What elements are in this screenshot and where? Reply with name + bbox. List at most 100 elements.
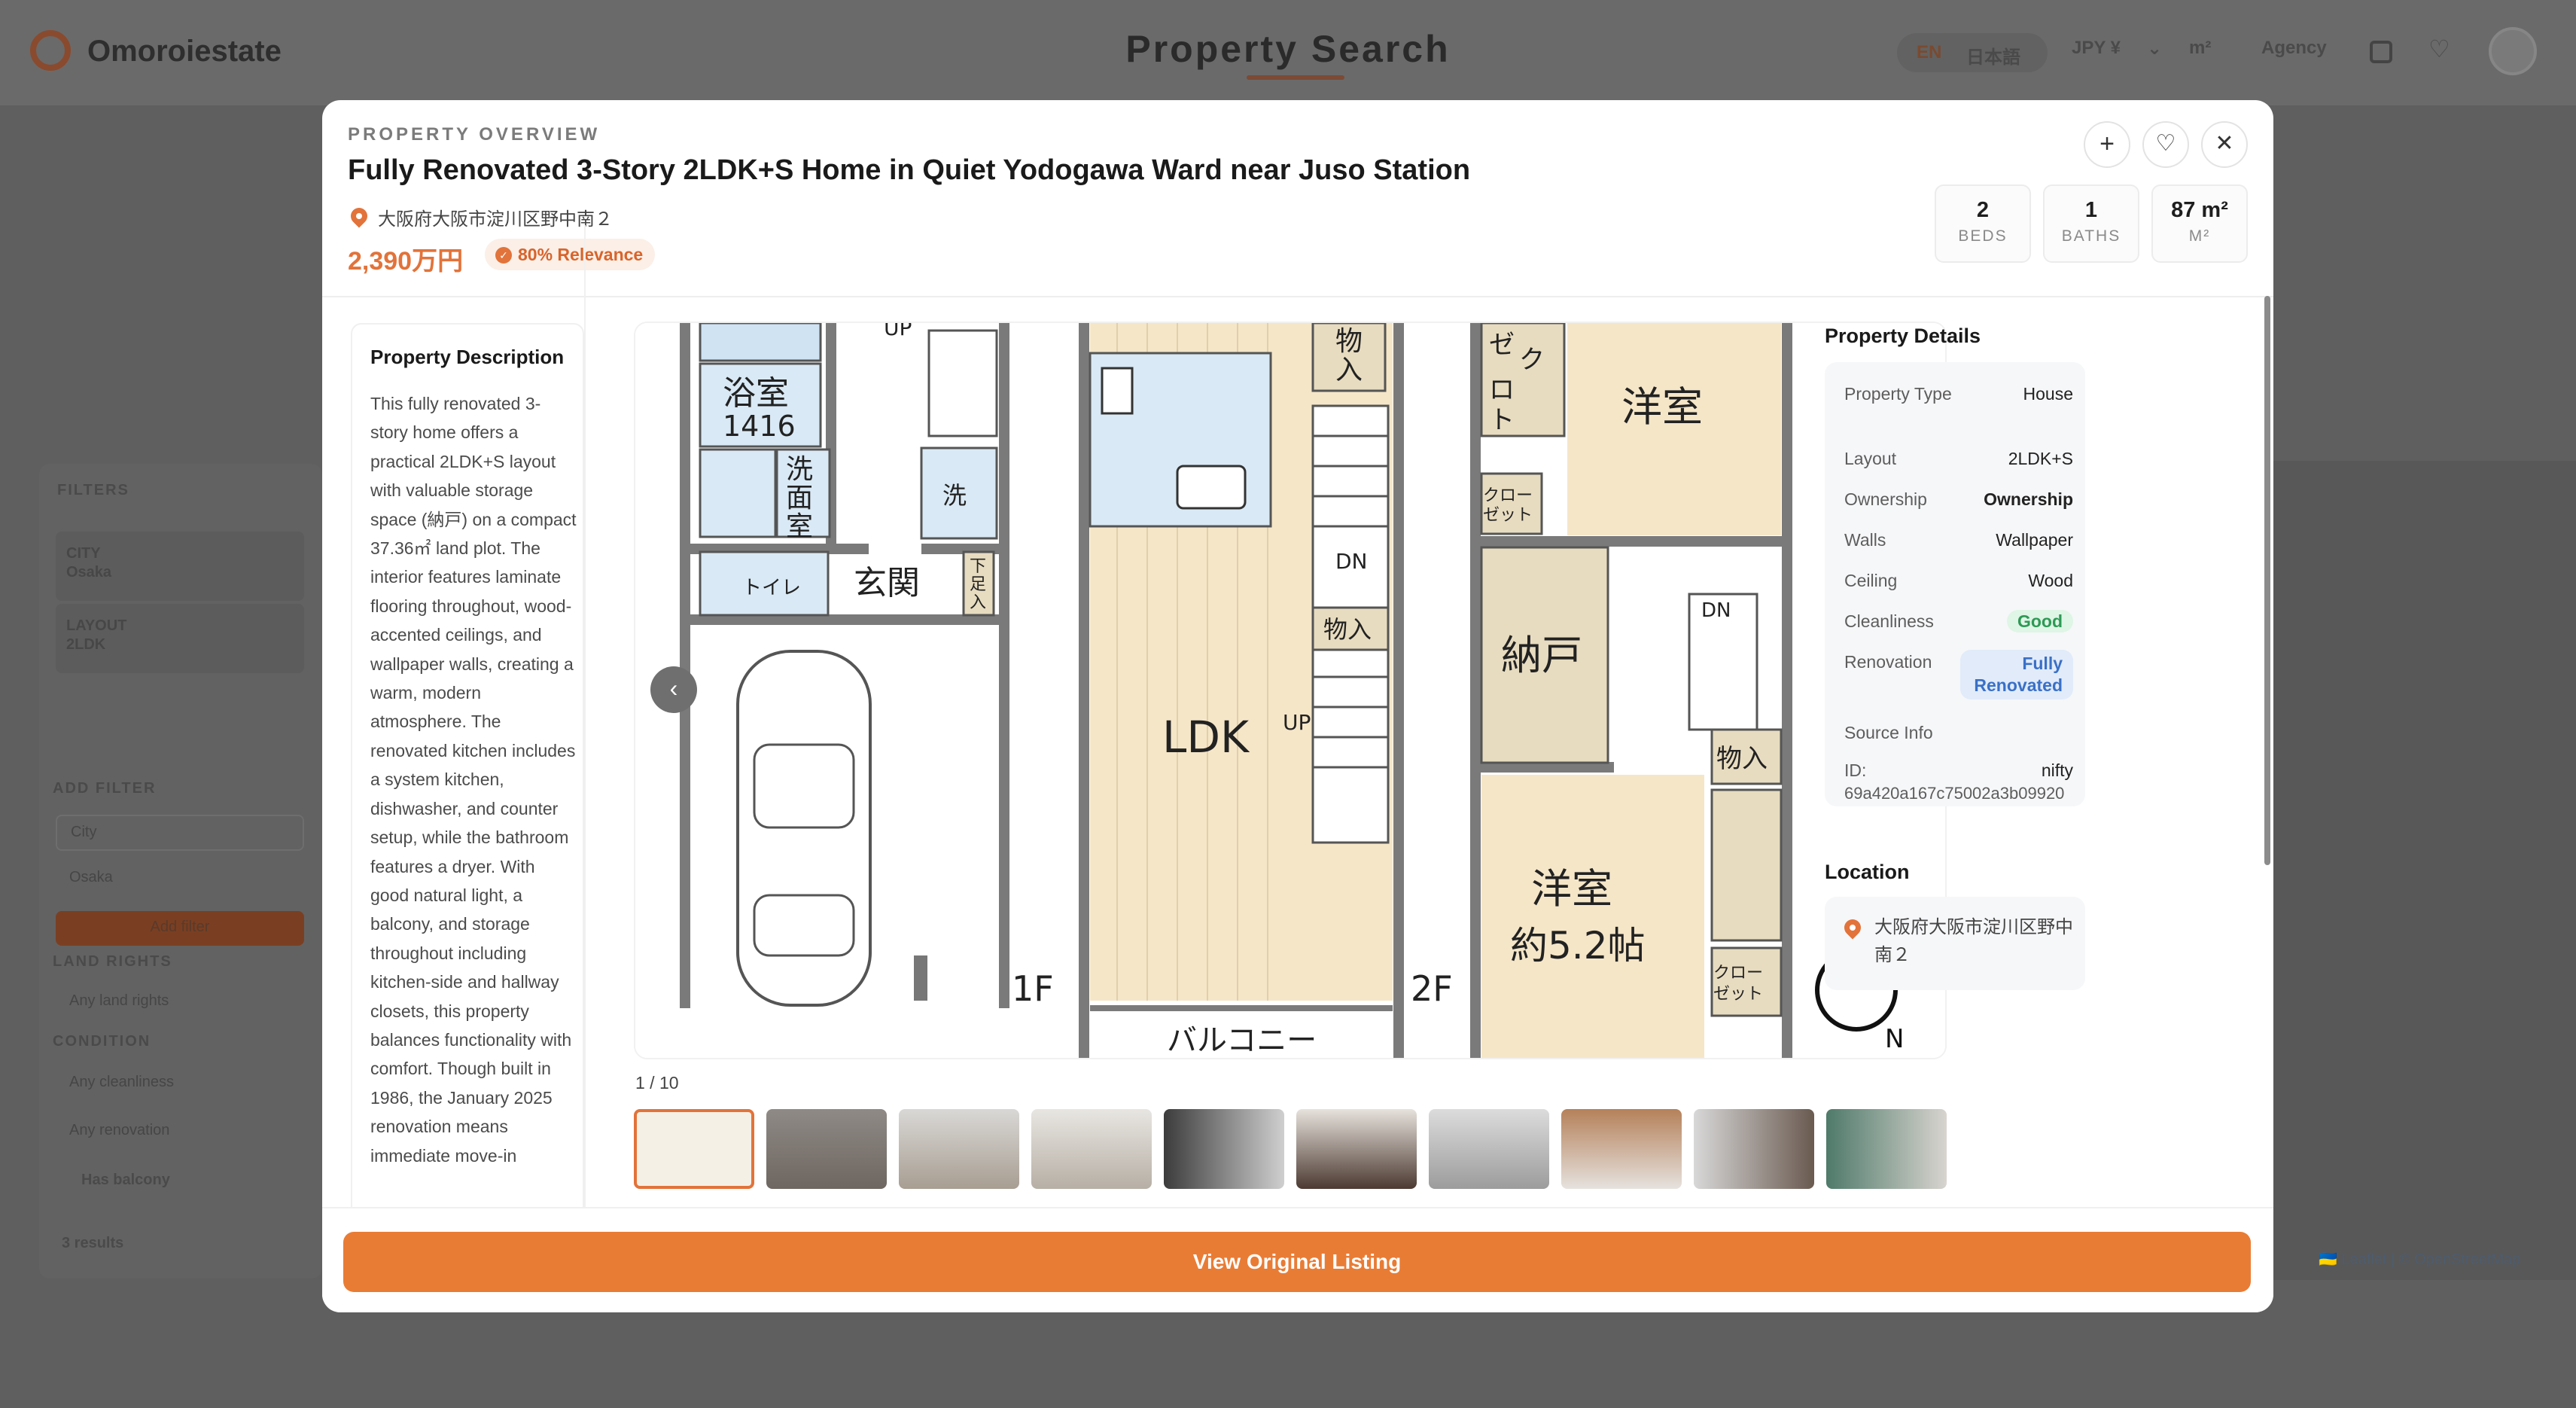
add-filter-heading: ADD FILTER: [53, 780, 157, 797]
fp-western-2: 洋室: [1531, 865, 1612, 913]
filter-value-input[interactable]: Osaka: [56, 861, 304, 898]
add-filter-button[interactable]: Add filter: [56, 911, 304, 946]
stat-baths: 1 BATHS: [2043, 184, 2139, 263]
fp-up-1: UP: [884, 323, 912, 340]
close-button[interactable]: ✕: [2201, 121, 2248, 168]
close-icon: ✕: [2215, 131, 2234, 156]
chevron-left-icon: ‹: [669, 675, 678, 702]
location-card[interactable]: 大阪府大阪市淀川区野中南２: [1825, 897, 2085, 990]
fp-closet-small-4: ゼット: [1713, 985, 1763, 1004]
fp-closet-small-3: クロー: [1713, 964, 1763, 983]
fp-floor-2: 2F: [1411, 968, 1453, 1009]
fp-nando: 納戸: [1501, 632, 1582, 679]
app-header: Omoroiestate Property Search EN 日本語 JPY …: [0, 0, 2576, 105]
fp-shoe-1: 下: [970, 557, 986, 576]
cleanliness-select[interactable]: Any cleanliness: [56, 1066, 304, 1102]
thumbnail-2[interactable]: [766, 1109, 887, 1189]
renovation-select[interactable]: Any renovation: [56, 1114, 304, 1150]
avatar[interactable]: [2489, 27, 2537, 75]
currency-select[interactable]: JPY ¥: [2072, 38, 2121, 59]
fp-up-2: UP: [1283, 710, 1311, 735]
lang-ja-option[interactable]: 日本語: [1966, 42, 2020, 69]
property-modal: PROPERTY OVERVIEW Fully Renovated 3-Stor…: [322, 100, 2273, 1312]
thumbnail-10[interactable]: [1826, 1109, 1947, 1189]
fp-storage-1: 物: [1335, 326, 1363, 357]
thumbnail-7[interactable]: [1429, 1109, 1549, 1189]
floorplan-image: 浴室 1416 洗 面 室 洗 トイレ 玄関 下 足 入 UP 1F 物 入 D…: [635, 323, 1945, 1058]
language-switch[interactable]: EN 日本語: [1897, 33, 2048, 72]
fp-balcony: バルコニー: [1167, 1023, 1317, 1058]
details-title: Property Details: [1825, 325, 1981, 347]
location-address: 大阪府大阪市淀川区野中南２: [1874, 917, 2073, 965]
heart-icon[interactable]: ♡: [2428, 35, 2450, 63]
cleanliness-badge: Good: [2006, 610, 2073, 632]
title-underline: [1247, 75, 1344, 80]
fp-bath-label: 浴室: [723, 374, 789, 413]
chevron-down-icon: ⌄: [2147, 38, 2163, 59]
filters-heading: FILTERS: [57, 482, 129, 498]
fp-floor-1: 1F: [1012, 968, 1054, 1009]
filter-type-select[interactable]: City: [56, 815, 304, 851]
renovation-badge: Fully Renovated: [1960, 650, 2073, 699]
gallery-counter: 1 / 10: [635, 1073, 679, 1093]
fp-laundry: 洗: [942, 481, 967, 510]
fp-closet-v5: ロ: [1489, 375, 1515, 405]
fp-shoe-2: 足: [970, 575, 986, 594]
fp-western-1: 洋室: [1621, 383, 1703, 431]
city-filter-chip[interactable]: CITY Osaka: [56, 532, 304, 601]
land-rights-select[interactable]: Any land rights: [56, 985, 304, 1021]
fp-storage-3: 物入: [1323, 615, 1372, 644]
stat-area: 87 m² M²: [2151, 184, 2248, 263]
details-card: Property Type House Layout 2LDK+S Ownershi…: [1825, 362, 2085, 806]
grid-icon[interactable]: [2370, 41, 2392, 63]
map-panel[interactable]: [2228, 461, 2576, 1280]
thumbnail-4[interactable]: [1031, 1109, 1152, 1189]
filters-sidebar: FILTERS CITY Osaka LAYOUT 2LDK ADD FILTER …: [39, 464, 322, 1278]
map-attribution[interactable]: 🇺🇦 Leaflet | © OpenStreetMap: [2319, 1250, 2520, 1269]
description-title: Property Description: [370, 346, 565, 368]
description-panel[interactable]: Property Description This fully renovate…: [351, 225, 586, 1211]
fp-toilet: トイレ: [742, 577, 801, 599]
layout-filter-chip[interactable]: LAYOUT 2LDK: [56, 604, 304, 673]
fp-western-2-size: 約5.2帖: [1510, 924, 1646, 968]
thumbnail-3[interactable]: [899, 1109, 1019, 1189]
modal-eyebrow: PROPERTY OVERVIEW: [348, 124, 601, 145]
view-original-listing-button[interactable]: View Original Listing: [343, 1232, 2251, 1292]
thumbnail-6[interactable]: [1296, 1109, 1417, 1189]
fp-north: N: [1885, 1024, 1904, 1054]
details-scrollbar[interactable]: [2264, 296, 2270, 865]
fp-closet-v2: ク: [1519, 345, 1545, 375]
fp-bath-size: 1416: [723, 410, 796, 443]
location-title: Location: [1825, 861, 1910, 883]
results-count: 3 results: [62, 1235, 124, 1251]
add-button[interactable]: +: [2084, 121, 2130, 168]
thumbnail-5[interactable]: [1164, 1109, 1284, 1189]
map-pin-icon: [1841, 916, 1865, 940]
plus-icon: +: [2099, 130, 2115, 158]
condition-heading: CONDITION: [53, 1033, 151, 1050]
fp-closet-v1: ゼ: [1489, 330, 1515, 360]
fp-closet-small-1: クロー: [1483, 486, 1533, 505]
heart-icon: ♡: [2155, 131, 2176, 156]
lang-en-option[interactable]: EN: [1917, 42, 1941, 63]
favorite-button[interactable]: ♡: [2142, 121, 2189, 168]
agency-link[interactable]: Agency: [2261, 38, 2327, 59]
thumbnail-9[interactable]: [1694, 1109, 1814, 1189]
property-title: Fully Renovated 3-Story 2LDK+S Home in Q…: [348, 154, 1471, 186]
fp-wash-2: 面: [786, 483, 813, 514]
fp-wash-1: 洗: [786, 454, 813, 485]
photo-gallery[interactable]: 浴室 1416 洗 面 室 洗 トイレ 玄関 下 足 入 UP 1F 物 入 D…: [634, 322, 1947, 1059]
fp-closet-v4: ト: [1489, 405, 1515, 435]
fp-dn-1: DN: [1335, 549, 1368, 574]
has-balcony-checkbox-label[interactable]: Has balcony: [81, 1172, 170, 1189]
map-pin-icon: [347, 204, 371, 228]
fp-storage-4: 物入: [1716, 744, 1768, 774]
thumbnail-8[interactable]: [1561, 1109, 1682, 1189]
description-text: This fully renovated 3-story home offers…: [370, 394, 577, 1166]
modal-header: PROPERTY OVERVIEW Fully Renovated 3-Stor…: [322, 100, 2273, 297]
thumbnail-1[interactable]: [634, 1109, 754, 1189]
area-unit-toggle[interactable]: m²: [2189, 38, 2211, 59]
fp-storage-2: 入: [1335, 355, 1363, 386]
stat-beds: 2 BEDS: [1935, 184, 2031, 263]
gallery-prev-button[interactable]: ‹: [650, 666, 697, 713]
